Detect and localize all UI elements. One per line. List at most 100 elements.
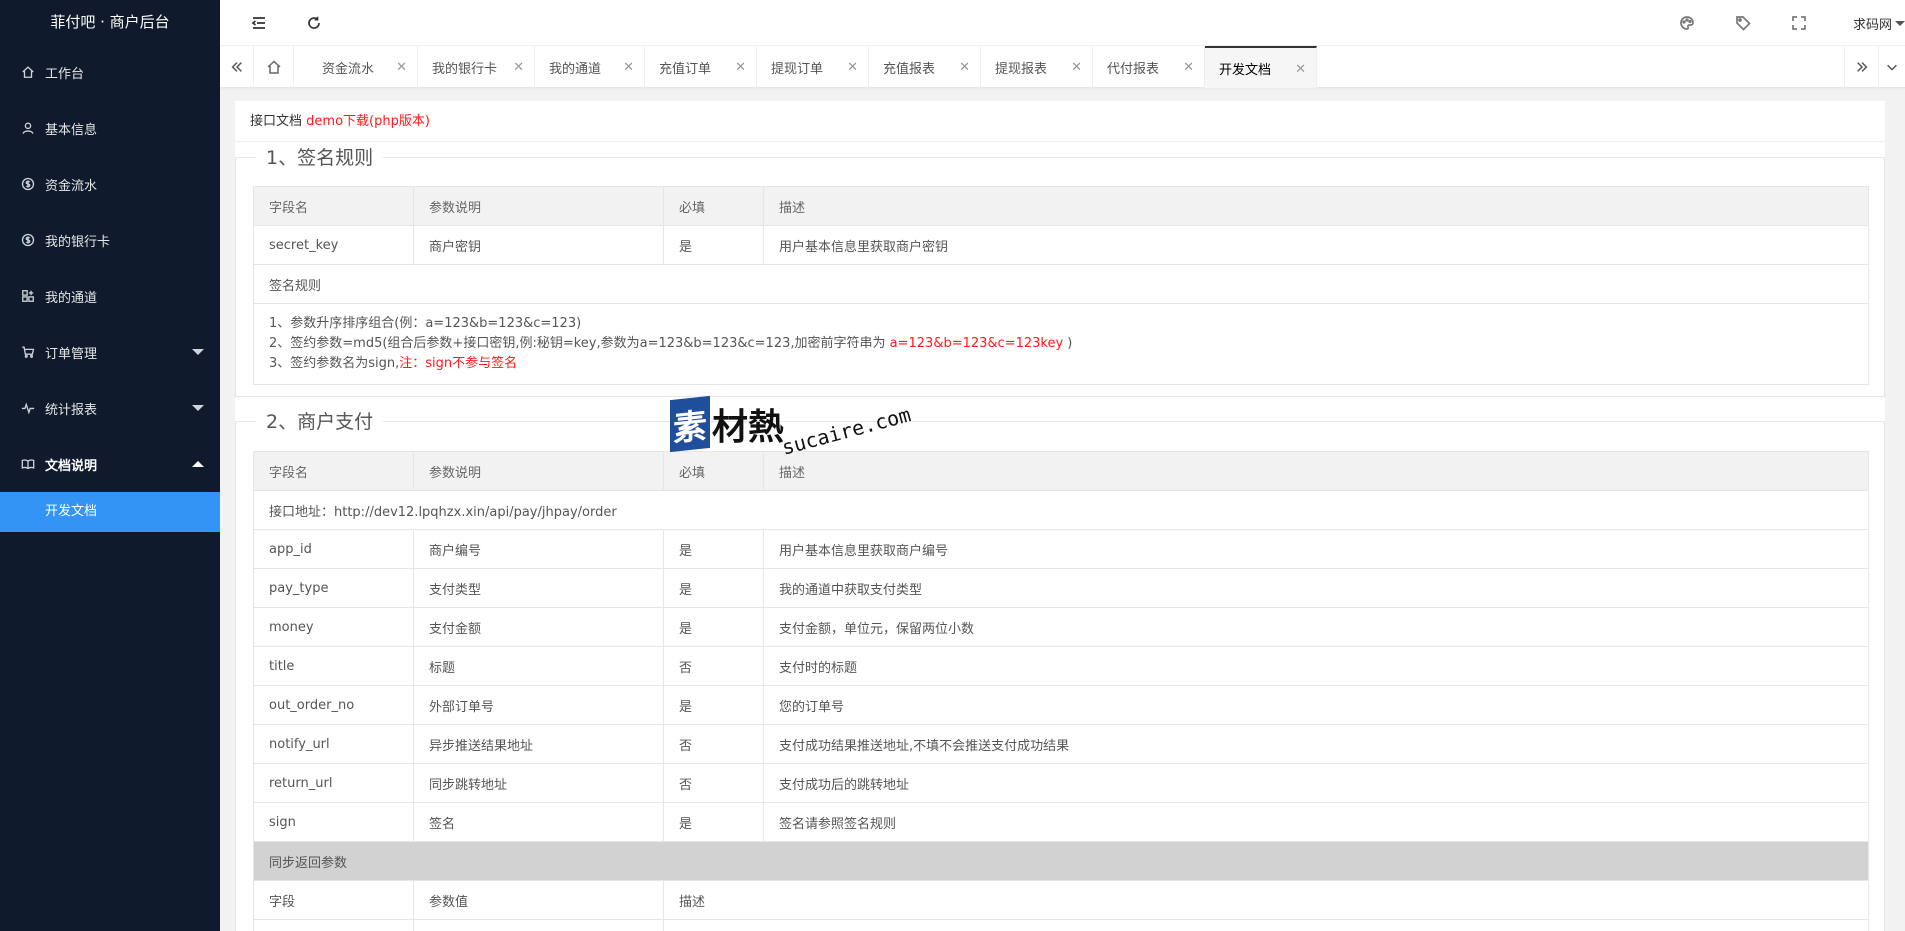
demo-download-link[interactable]: demo下载(php版本) [306, 114, 430, 129]
dollar-icon [20, 232, 36, 248]
user-icon [20, 120, 36, 136]
tab-channels[interactable]: 我的通道 ✕ [535, 46, 645, 88]
tab-bar: 资金流水 ✕ 我的银行卡 ✕ 我的通道 ✕ 充值订单 ✕ 提现订单 ✕ 充值报表 ✕ 提现报… [220, 46, 1905, 88]
table-cell: 描述 [663, 880, 1869, 920]
close-icon[interactable]: ✕ [847, 60, 858, 75]
tab-payout-report[interactable]: 代付报表 ✕ [1093, 46, 1205, 88]
table-cell: 字段 [253, 880, 414, 920]
close-icon[interactable]: ✕ [623, 60, 634, 75]
table-row [253, 919, 1869, 931]
table-header-row: 字段名 参数说明 必填 描述 [253, 186, 1869, 226]
refresh-icon[interactable] [303, 12, 325, 34]
tab-bank-card[interactable]: 我的银行卡 ✕ [418, 46, 535, 88]
tab-withdraw-orders[interactable]: 提现订单 ✕ [757, 46, 869, 88]
column-header: 参数说明 [413, 186, 664, 226]
close-icon[interactable]: ✕ [513, 60, 524, 75]
table-cell: 支付成功结果推送地址,不填不会推送支付成功结果 [763, 724, 1869, 764]
user-menu[interactable]: 求码网 [1853, 14, 1905, 33]
sidebar-item-label: 基本信息 [45, 122, 98, 138]
close-icon[interactable]: ✕ [1295, 62, 1306, 77]
table-header-row: 字段名 参数说明 必填 描述 [253, 451, 1869, 491]
table-row: 字段 参数值 描述 [253, 880, 1869, 920]
table-row: money 支付金额是支付金额，单位元，保留两位小数 [253, 607, 1869, 647]
tab-label: 我的通道 [549, 61, 602, 77]
rule-highlight: 注：sign不参与签名 [399, 356, 518, 371]
table-cell: 您的订单号 [763, 685, 1869, 725]
watermark-box: 素 [670, 395, 710, 453]
close-icon[interactable]: ✕ [1183, 60, 1194, 75]
rule-line: 2、签约参数=md5(组合后参数+接口密钥,例:秘钥=key,参数为a=123&… [269, 334, 1853, 354]
tab-label: 充值订单 [659, 61, 712, 77]
tab-label: 资金流水 [322, 61, 375, 77]
sidebar-item-reports[interactable]: 统计报表 [0, 380, 220, 436]
table-cell: 签名请参照签名规则 [763, 802, 1869, 842]
rules-title: 签名规则 [253, 264, 1869, 304]
tab-dev-docs[interactable]: 开发文档 ✕ [1205, 46, 1317, 88]
column-header: 必填 [663, 186, 764, 226]
user-name: 求码网 [1852, 18, 1892, 33]
chevron-up-icon [192, 461, 204, 467]
tag-icon[interactable] [1732, 12, 1754, 34]
table-cell: 标题 [413, 646, 664, 686]
column-header: 必填 [663, 451, 764, 491]
sidebar-item-label: 资金流水 [45, 178, 98, 194]
sidebar-item-docs[interactable]: 文档说明 [0, 436, 220, 492]
column-header: 参数说明 [413, 451, 664, 491]
caret-down-icon [1895, 21, 1905, 26]
sidebar-item-label: 订单管理 [45, 346, 98, 362]
table-cell: 外部订单号 [413, 685, 664, 725]
top-header: 求码网 [220, 0, 1905, 46]
apps-icon [20, 288, 36, 304]
table-cell: 否 [663, 646, 764, 686]
rule-highlight: a=123&b=123&c=123key [889, 336, 1064, 351]
table-cell [663, 919, 1869, 931]
table-cell: out_order_no [253, 685, 414, 725]
table-row: notify_url 异步推送结果地址否支付成功结果推送地址,不填不会推送支付成功… [253, 724, 1869, 764]
tab-scroll-right-icon[interactable] [1844, 46, 1878, 88]
tab-fund-flow[interactable]: 资金流水 ✕ [308, 46, 418, 88]
tab-menu-chevron-icon[interactable] [1878, 46, 1905, 88]
close-icon[interactable]: ✕ [959, 60, 970, 75]
table-row: sign 签名是签名请参照签名规则 [253, 802, 1869, 842]
tab-scroll-left-icon[interactable] [220, 46, 254, 88]
tab-label: 代付报表 [1107, 61, 1160, 77]
tab-recharge-orders[interactable]: 充值订单 ✕ [645, 46, 757, 88]
table-cell: 否 [663, 724, 764, 764]
sidebar-item-workbench[interactable]: 工作台 [0, 44, 220, 100]
dollar-icon [20, 176, 36, 192]
table-cell: 支付类型 [413, 568, 664, 608]
sidebar-subitem-dev-docs[interactable]: 开发文档 [0, 492, 220, 532]
close-icon[interactable]: ✕ [1071, 60, 1082, 75]
sidebar-item-fund-flow[interactable]: 资金流水 [0, 156, 220, 212]
sidebar-item-channels[interactable]: 我的通道 [0, 268, 220, 324]
table-cell: 异步推送结果地址 [413, 724, 664, 764]
section-sign-rules: 1、签名规则 字段名 参数说明 必填 描述 secret_key 商户密钥 是 … [235, 143, 1885, 397]
table-cell: 是 [663, 529, 764, 569]
home-tab-icon[interactable] [254, 46, 294, 88]
table-cell: 支付金额，单位元，保留两位小数 [763, 607, 1869, 647]
table-cell: 是 [663, 568, 764, 608]
tab-recharge-report[interactable]: 充值报表 ✕ [869, 46, 981, 88]
sidebar-item-basic-info[interactable]: 基本信息 [0, 100, 220, 156]
sidebar-item-bank-card[interactable]: 我的银行卡 [0, 212, 220, 268]
home-icon [20, 64, 36, 80]
table-cell: money [253, 607, 414, 647]
table-cell: 商户编号 [413, 529, 664, 569]
tab-withdraw-report[interactable]: 提现报表 ✕ [981, 46, 1093, 88]
fullscreen-icon[interactable] [1788, 12, 1810, 34]
close-icon[interactable]: ✕ [396, 60, 407, 75]
menu-toggle-icon[interactable] [248, 12, 270, 34]
table-row: 接口地址：http://dev12.lpqhzx.xin/api/pay/jhp… [253, 490, 1869, 530]
column-header: 字段名 [253, 186, 414, 226]
table-cell: 商户密钥 [413, 225, 664, 265]
close-icon[interactable]: ✕ [735, 60, 746, 75]
table-row: secret_key 商户密钥 是 用户基本信息里获取商户密钥 [253, 225, 1869, 265]
table-cell: 是 [663, 225, 764, 265]
table-cell: secret_key [253, 225, 414, 265]
sidebar-item-label: 统计报表 [45, 402, 98, 418]
book-icon [20, 456, 36, 472]
watermark-cn: 材熱 [712, 407, 785, 448]
table-cell: title [253, 646, 414, 686]
palette-icon[interactable] [1676, 12, 1698, 34]
sidebar-item-orders[interactable]: 订单管理 [0, 324, 220, 380]
